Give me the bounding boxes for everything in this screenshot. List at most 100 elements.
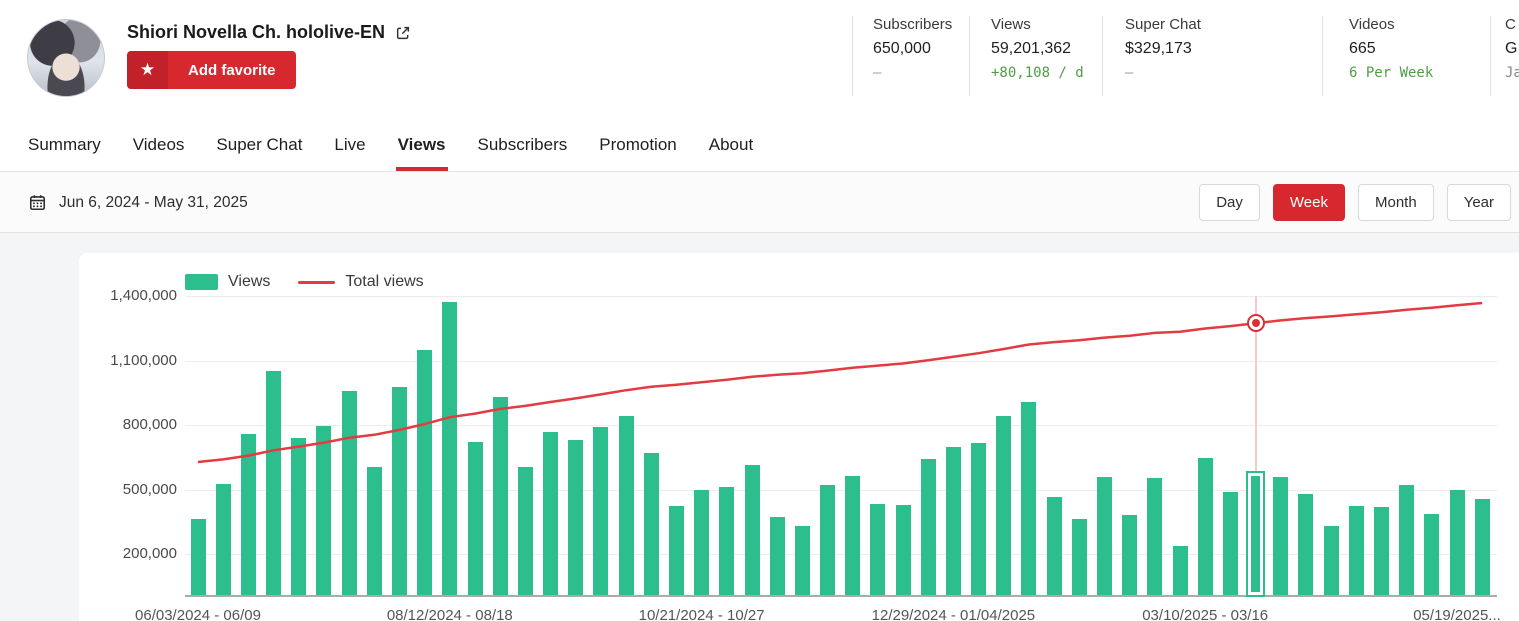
bar[interactable] bbox=[996, 415, 1012, 595]
bar[interactable] bbox=[568, 440, 584, 595]
bar[interactable] bbox=[316, 426, 332, 595]
bar[interactable] bbox=[467, 441, 483, 595]
tab-super-chat[interactable]: Super Chat bbox=[214, 118, 304, 171]
y-axis-tick-label: 200,000 bbox=[122, 545, 177, 562]
bar[interactable] bbox=[1348, 505, 1364, 595]
tab-subscribers[interactable]: Subscribers bbox=[476, 118, 570, 171]
bar[interactable] bbox=[618, 415, 634, 595]
stat-delta: – bbox=[1125, 65, 1134, 81]
bar[interactable] bbox=[240, 434, 256, 595]
channel-tabs: Summary Videos Super Chat Live Views Subscrib… bbox=[0, 118, 1519, 172]
x-axis-tick-label: 08/12/2024 - 08/18 bbox=[386, 607, 513, 621]
bar[interactable] bbox=[895, 505, 911, 595]
bar-selected[interactable] bbox=[1246, 470, 1266, 598]
stat-value: 665 bbox=[1349, 40, 1376, 57]
range-button-month[interactable]: Month bbox=[1357, 184, 1434, 221]
stat-super-chat: Super Chat $329,173 – bbox=[1102, 16, 1201, 96]
bar[interactable] bbox=[845, 475, 861, 595]
bar[interactable] bbox=[291, 438, 307, 595]
bar[interactable] bbox=[1197, 458, 1213, 595]
tab-live[interactable]: Live bbox=[332, 118, 367, 171]
bar[interactable] bbox=[391, 387, 407, 595]
x-axis-tick-label: 12/29/2024 - 01/04/2025 bbox=[871, 607, 1036, 621]
tab-videos[interactable]: Videos bbox=[131, 118, 187, 171]
bar[interactable] bbox=[593, 426, 609, 595]
legend-label: Total views bbox=[345, 273, 424, 290]
range-button-week[interactable]: Week bbox=[1272, 184, 1345, 221]
bar[interactable] bbox=[1071, 518, 1087, 595]
tab-views[interactable]: Views bbox=[395, 118, 448, 171]
y-axis-tick-label: 1,100,000 bbox=[110, 351, 177, 369]
bar[interactable] bbox=[1097, 477, 1112, 595]
bar[interactable] bbox=[1298, 494, 1314, 595]
tab-about[interactable]: About bbox=[707, 118, 755, 171]
stat-value: 650,000 bbox=[873, 40, 931, 57]
tab-promotion[interactable]: Promotion bbox=[597, 118, 678, 171]
bar[interactable] bbox=[417, 349, 433, 595]
bar[interactable] bbox=[1374, 506, 1389, 595]
bar[interactable] bbox=[668, 506, 684, 595]
bar[interactable] bbox=[794, 525, 810, 595]
stat-label: C bbox=[1505, 16, 1516, 33]
gridline bbox=[185, 360, 1497, 362]
bar[interactable] bbox=[870, 503, 886, 595]
bar[interactable] bbox=[366, 466, 382, 595]
bar[interactable] bbox=[543, 432, 558, 595]
date-range-text: Jun 6, 2024 - May 31, 2025 bbox=[59, 193, 248, 211]
stat-value: 59,201,362 bbox=[991, 40, 1072, 57]
legend-item-total-views[interactable]: Total views bbox=[298, 273, 424, 291]
bar[interactable] bbox=[820, 485, 835, 595]
x-axis-tick-label: 06/03/2024 - 06/09 bbox=[135, 607, 261, 621]
bar[interactable] bbox=[442, 301, 458, 595]
bar[interactable] bbox=[971, 442, 987, 595]
bar[interactable] bbox=[1323, 526, 1339, 595]
bar[interactable] bbox=[920, 459, 936, 595]
bar[interactable] bbox=[1424, 513, 1440, 595]
stat-c: C G Ja bbox=[1490, 16, 1519, 96]
bar[interactable] bbox=[492, 396, 508, 595]
bar[interactable] bbox=[1172, 546, 1188, 595]
x-axis-tick-label: 03/10/2025 - 03/16 bbox=[1142, 607, 1269, 621]
legend-item-views[interactable]: Views bbox=[185, 273, 270, 291]
bar[interactable] bbox=[769, 516, 785, 595]
bar[interactable] bbox=[1474, 499, 1490, 595]
bar[interactable] bbox=[1273, 477, 1289, 595]
stat-value: $329,173 bbox=[1125, 40, 1192, 57]
bar[interactable] bbox=[1021, 401, 1037, 595]
bar[interactable] bbox=[190, 518, 206, 595]
chart-legend: Views Total views bbox=[185, 273, 424, 291]
legend-label: Views bbox=[228, 273, 271, 290]
bar[interactable] bbox=[1222, 491, 1238, 595]
stat-label: Views bbox=[991, 16, 1031, 33]
bar[interactable] bbox=[266, 371, 281, 595]
bar[interactable] bbox=[694, 490, 710, 595]
range-button-year[interactable]: Year bbox=[1446, 184, 1511, 221]
legend-box-swatch bbox=[185, 274, 218, 290]
channel-stats: Subscribers 650,000 – Views 59,201,362 +80,10… bbox=[0, 0, 1519, 118]
y-axis-tick-label: 500,000 bbox=[122, 480, 177, 498]
stat-subscribers: Subscribers 650,000 – bbox=[852, 16, 952, 96]
views-bar-chart: 06/03/2024 - 06/09 08/12/2024 - 08/18 10/2… bbox=[135, 296, 1501, 621]
bar[interactable] bbox=[1122, 515, 1138, 595]
tab-summary[interactable]: Summary bbox=[26, 118, 103, 171]
bar[interactable] bbox=[215, 483, 231, 595]
date-range-picker[interactable]: Jun 6, 2024 - May 31, 2025 bbox=[28, 186, 248, 219]
range-button-day[interactable]: Day bbox=[1199, 184, 1260, 221]
gridline bbox=[185, 425, 1497, 426]
bar[interactable] bbox=[945, 447, 961, 595]
views-chart-card: Views Total views 200,000 500,000 800,000 1,… bbox=[79, 253, 1519, 621]
stat-label: Super Chat bbox=[1125, 16, 1201, 33]
channel-header: Shiori Novella Ch. hololive-EN ★ Add fav… bbox=[0, 0, 1519, 118]
bar[interactable] bbox=[1399, 484, 1415, 595]
bar[interactable] bbox=[1449, 490, 1465, 595]
bar[interactable] bbox=[1046, 497, 1062, 595]
bar[interactable] bbox=[341, 391, 357, 595]
bar[interactable] bbox=[719, 486, 735, 595]
gridline bbox=[185, 296, 1497, 297]
bar[interactable] bbox=[744, 465, 760, 595]
bar[interactable] bbox=[517, 466, 533, 595]
bar[interactable] bbox=[1147, 477, 1163, 595]
stat-delta: 6 Per Week bbox=[1349, 65, 1434, 81]
bar[interactable] bbox=[643, 452, 659, 595]
stat-label: Subscribers bbox=[873, 16, 953, 33]
